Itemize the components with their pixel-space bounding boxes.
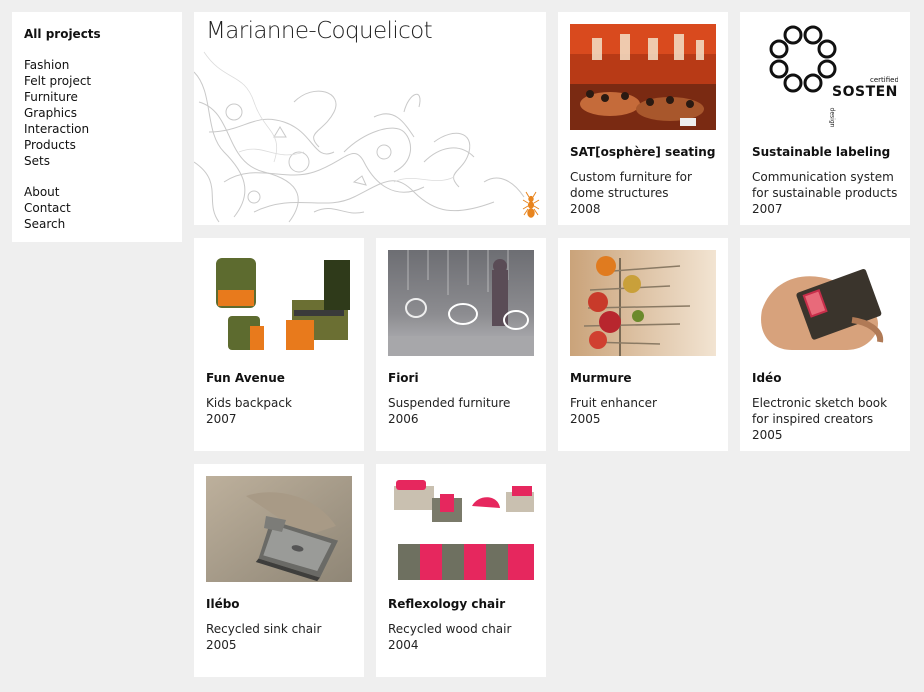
project-thumbnail[interactable] (570, 24, 716, 130)
nav-furniture[interactable]: Furniture (24, 89, 101, 105)
project-title[interactable]: Sustainable labeling (752, 145, 890, 159)
project-desc-text: Suspended furniture (388, 396, 511, 410)
project-description: Electronic sketch book for inspired crea… (752, 395, 902, 443)
project-thumbnail[interactable]: SOSTENIBI certified design (752, 24, 898, 130)
nav-products[interactable]: Products (24, 137, 101, 153)
site-title[interactable]: Marianne-Coquelicot (206, 18, 433, 44)
nav-contact[interactable]: Contact (24, 200, 101, 216)
project-card[interactable]: Murmure Fruit enhancer 2005 (558, 238, 728, 451)
project-card[interactable]: Fiori Suspended furniture 2006 (376, 238, 546, 451)
project-title[interactable]: Fiori (388, 371, 419, 385)
nav-graphics[interactable]: Graphics (24, 105, 101, 121)
project-desc-text: Kids backpack (206, 396, 292, 410)
project-desc-text: Fruit enhancer (570, 396, 657, 410)
project-desc-text: Custom furniture for dome structures (570, 170, 692, 200)
project-description: Recycled wood chair 2004 (388, 621, 538, 653)
project-year: 2007 (206, 412, 237, 426)
nav-all-projects[interactable]: All projects (24, 26, 101, 42)
project-description: Recycled sink chair 2005 (206, 621, 356, 653)
project-card[interactable]: Ilébo Recycled sink chair 2005 (194, 464, 364, 677)
logo-small-text-1: certified (870, 76, 898, 84)
project-description: Kids backpack 2007 (206, 395, 356, 427)
nav-interaction[interactable]: Interaction (24, 121, 101, 137)
project-thumbnail[interactable] (388, 476, 534, 582)
project-year: 2004 (388, 638, 419, 652)
project-title[interactable]: Ilébo (206, 597, 240, 611)
project-desc-text: Recycled sink chair (206, 622, 322, 636)
project-card[interactable]: Idéo Electronic sketch book for inspired… (740, 238, 910, 451)
project-year: 2005 (752, 428, 783, 442)
project-thumbnail[interactable] (752, 250, 898, 356)
nav-felt-project[interactable]: Felt project (24, 73, 101, 89)
logo-text: SOSTENIBI (832, 84, 898, 100)
project-description: Fruit enhancer 2005 (570, 395, 720, 427)
project-card[interactable]: Reflexology chair Recycled wood chair 20… (376, 464, 546, 677)
site-header: Marianne-Coquelicot (194, 12, 546, 225)
project-title[interactable]: Fun Avenue (206, 371, 285, 385)
project-title[interactable]: SAT[osphère] seating (570, 145, 715, 159)
nav-sets[interactable]: Sets (24, 153, 101, 169)
project-thumbnail[interactable] (206, 250, 352, 356)
sidebar: All projects Fashion Felt project Furnit… (12, 12, 182, 242)
project-title[interactable]: Reflexology chair (388, 597, 505, 611)
project-description: Suspended furniture 2006 (388, 395, 538, 427)
nav-search[interactable]: Search (24, 216, 101, 232)
project-year: 2008 (570, 202, 601, 216)
project-description: Communication system for sustainable pro… (752, 169, 902, 217)
sidebar-menu: All projects Fashion Felt project Furnit… (24, 26, 101, 232)
project-desc-text: Recycled wood chair (388, 622, 512, 636)
project-thumbnail[interactable] (388, 250, 534, 356)
project-card[interactable]: Fun Avenue Kids backpack 2007 (194, 238, 364, 451)
logo-small-text-2: design (828, 107, 836, 128)
project-year: 2005 (570, 412, 601, 426)
project-desc-text: Electronic sketch book for inspired crea… (752, 396, 888, 426)
project-card[interactable]: SOSTENIBI certified design Sustainable l… (740, 12, 910, 225)
project-year: 2007 (752, 202, 783, 216)
nav-fashion[interactable]: Fashion (24, 57, 101, 73)
project-thumbnail[interactable] (206, 476, 352, 582)
project-title[interactable]: Idéo (752, 371, 781, 385)
project-year: 2005 (206, 638, 237, 652)
project-card[interactable]: SAT[osphère] seating Custom furniture fo… (558, 12, 728, 225)
project-title[interactable]: Murmure (570, 371, 632, 385)
nav-about[interactable]: About (24, 184, 101, 200)
project-desc-text: Communication system for sustainable pro… (752, 170, 898, 200)
project-description: Custom furniture for dome structures 200… (570, 169, 720, 217)
project-thumbnail[interactable] (570, 250, 716, 356)
project-year: 2006 (388, 412, 419, 426)
ant-logo-icon (522, 191, 540, 218)
